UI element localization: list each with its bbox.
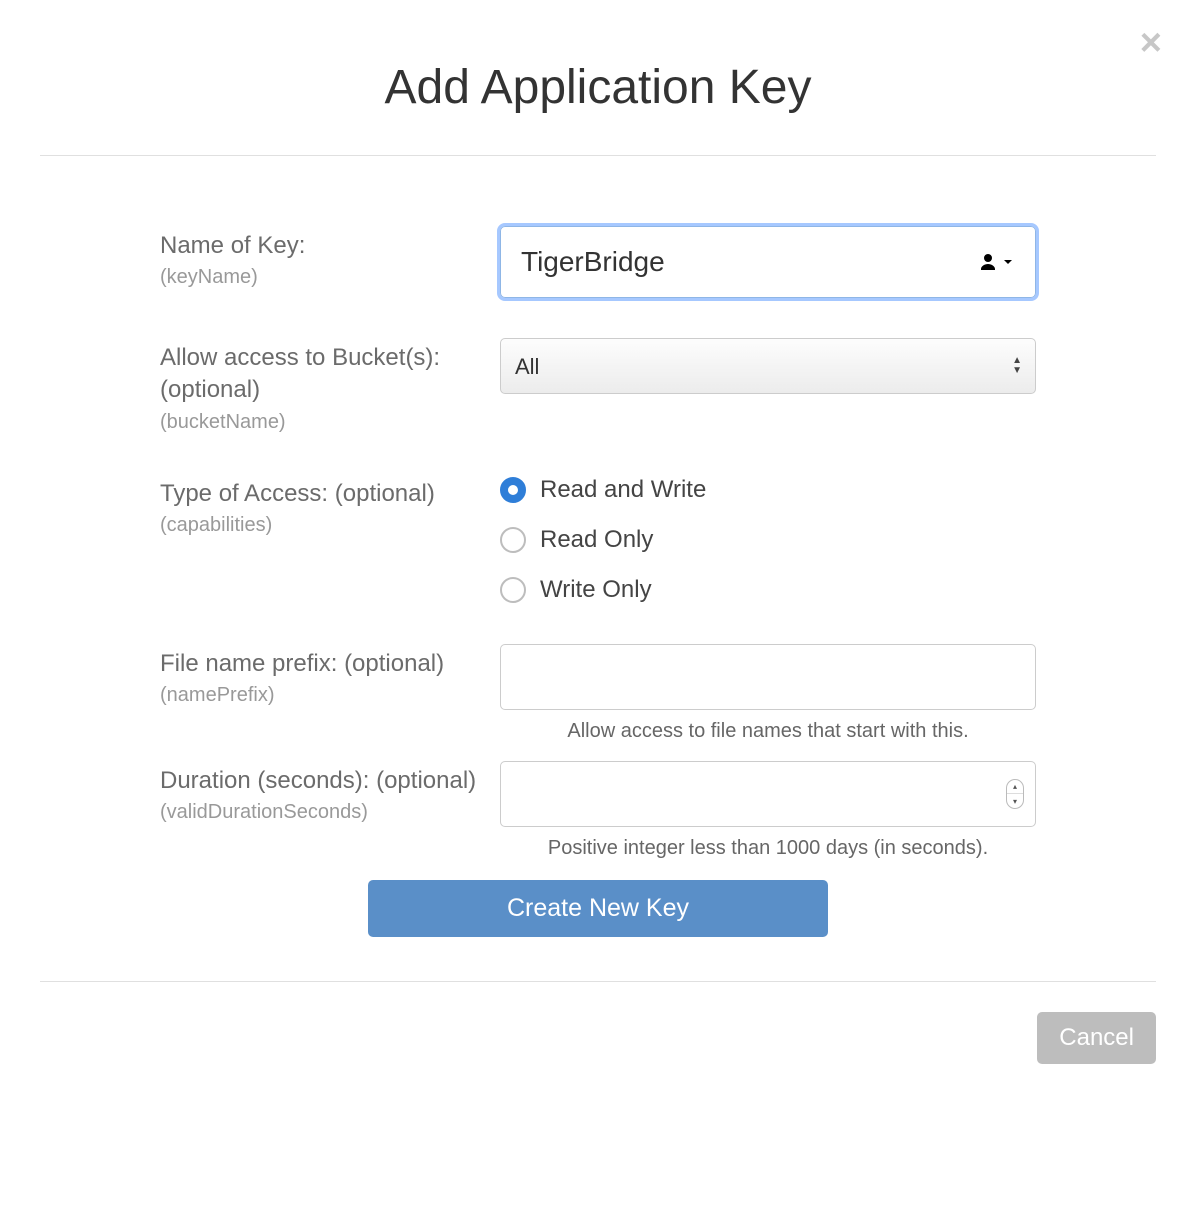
footer-divider (40, 981, 1156, 982)
prefix-hint: Allow access to file names that start wi… (500, 720, 1036, 743)
row-access: Type of Access: (optional) (capabilities… (160, 474, 1036, 604)
label-duration: Duration (seconds): (optional) (validDur… (160, 761, 500, 824)
number-spinner: ▴ ▾ (1006, 779, 1024, 809)
row-bucket: Allow access to Bucket(s): (optional) (b… (160, 338, 1036, 434)
form: Name of Key: (keyName) Allow access to B… (40, 226, 1156, 937)
row-prefix: File name prefix: (optional) (namePrefix… (160, 644, 1036, 743)
radio-indicator (500, 477, 526, 503)
radio-read-write[interactable]: Read and Write (500, 476, 1036, 504)
key-name-input[interactable] (500, 226, 1036, 298)
spinner-down[interactable]: ▾ (1007, 794, 1023, 808)
cancel-button[interactable]: Cancel (1037, 1012, 1156, 1064)
label-access: Type of Access: (optional) (capabilities… (160, 474, 500, 537)
label-key-name: Name of Key: (keyName) (160, 226, 500, 289)
label-bucket: Allow access to Bucket(s): (optional) (b… (160, 338, 500, 434)
submit-row: Create New Key (160, 880, 1036, 937)
duration-input[interactable] (500, 761, 1036, 827)
prefix-input[interactable] (500, 644, 1036, 710)
divider (40, 155, 1156, 156)
radio-indicator (500, 577, 526, 603)
access-radio-group: Read and Write Read Only Write Only (500, 474, 1036, 604)
footer: Cancel (40, 1012, 1156, 1064)
spinner-up[interactable]: ▴ (1007, 780, 1023, 795)
modal-title: Add Application Key (40, 60, 1156, 115)
row-key-name: Name of Key: (keyName) (160, 226, 1036, 298)
bucket-select[interactable]: All (500, 338, 1036, 394)
close-icon[interactable]: × (1140, 24, 1162, 62)
label-prefix: File name prefix: (optional) (namePrefix… (160, 644, 500, 707)
radio-read-only[interactable]: Read Only (500, 526, 1036, 554)
row-duration: Duration (seconds): (optional) (validDur… (160, 761, 1036, 860)
duration-hint: Positive integer less than 1000 days (in… (500, 837, 1036, 860)
create-new-key-button[interactable]: Create New Key (368, 880, 828, 937)
radio-write-only[interactable]: Write Only (500, 576, 1036, 604)
add-application-key-modal: × Add Application Key Name of Key: (keyN… (0, 0, 1196, 1104)
radio-indicator (500, 527, 526, 553)
